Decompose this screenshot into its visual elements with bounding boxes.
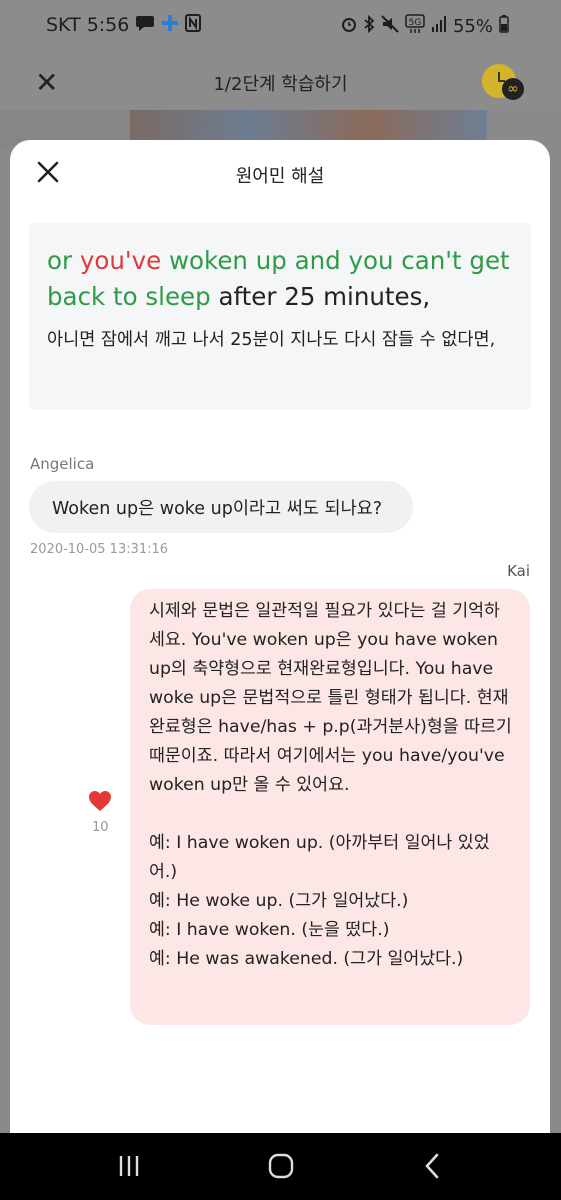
comment-timestamp: 2020-10-05 13:31:16 bbox=[30, 542, 169, 557]
plus-icon bbox=[161, 14, 179, 36]
back-icon[interactable] bbox=[418, 1152, 448, 1180]
quote-segment: or bbox=[47, 246, 80, 275]
home-icon[interactable] bbox=[266, 1152, 296, 1180]
reply-example: 예: He was awakened. (그가 일어났다.) bbox=[149, 949, 464, 969]
carrier-time: SKT 5:56 bbox=[46, 14, 130, 36]
reply-example: 예: I have woken. (눈을 떴다.) bbox=[149, 920, 390, 940]
quote-english: or you've woken up and you can't get bac… bbox=[47, 243, 517, 315]
native-explanation-sheet: 원어민 해설 or you've woken up and you can't … bbox=[10, 140, 550, 1133]
quote-card: or you've woken up and you can't get bac… bbox=[29, 223, 531, 410]
infinity-badge: ∞ bbox=[502, 78, 524, 100]
reply-example: 예: I have woken up. (아까부터 일어나 있었어.) bbox=[149, 833, 490, 882]
signal-icon bbox=[431, 15, 447, 37]
heart-icon[interactable] bbox=[88, 790, 112, 812]
reply-example: 예: He woke up. (그가 일어났다.) bbox=[149, 891, 409, 911]
quote-segment-highlight: you've bbox=[79, 246, 162, 275]
recent-apps-icon[interactable] bbox=[114, 1152, 144, 1180]
lesson-title: 1/2단계 학습하기 bbox=[213, 74, 348, 95]
status-bar: SKT 5:56 5G 55% bbox=[0, 0, 561, 54]
bluetooth-icon bbox=[363, 14, 375, 37]
n-icon bbox=[185, 14, 202, 36]
reply-text: 시제와 문법은 일관적일 필요가 있다는 걸 기억하세요. You've wok… bbox=[149, 597, 515, 974]
comment-bubble: Woken up은 woke up이라고 써도 되나요? bbox=[29, 481, 413, 533]
reply-author: Kai bbox=[507, 562, 530, 580]
sheet-title: 원어민 해설 bbox=[235, 166, 325, 187]
battery-percent: 55% bbox=[452, 15, 493, 37]
reply-bubble: 시제와 문법은 일관적일 필요가 있다는 걸 기억하세요. You've wok… bbox=[130, 589, 530, 1025]
alarm-icon bbox=[341, 15, 357, 37]
comment-text: Woken up은 woke up이라고 써도 되나요? bbox=[52, 499, 383, 519]
chat-icon bbox=[135, 14, 155, 36]
lesson-header: ✕ 1/2단계 학습하기 ∞ bbox=[0, 54, 561, 110]
navigation-bar bbox=[0, 1133, 561, 1200]
status-left: SKT 5:56 bbox=[46, 14, 202, 36]
like-count: 10 bbox=[92, 820, 109, 835]
status-right: 5G 55% bbox=[341, 14, 509, 38]
reply-paragraph: 시제와 문법은 일관적일 필요가 있다는 걸 기억하세요. You've wok… bbox=[149, 601, 512, 795]
5g-icon: 5G bbox=[405, 14, 425, 38]
mute-icon bbox=[381, 15, 399, 37]
quote-korean: 아니면 잠에서 깨고 나서 25분이 지나도 다시 잠들 수 없다면, bbox=[47, 330, 496, 350]
svg-text:5G: 5G bbox=[409, 18, 422, 28]
battery-icon bbox=[499, 15, 509, 37]
comment-author: Angelica bbox=[30, 455, 95, 473]
quote-segment: after 25 minutes, bbox=[210, 282, 431, 311]
